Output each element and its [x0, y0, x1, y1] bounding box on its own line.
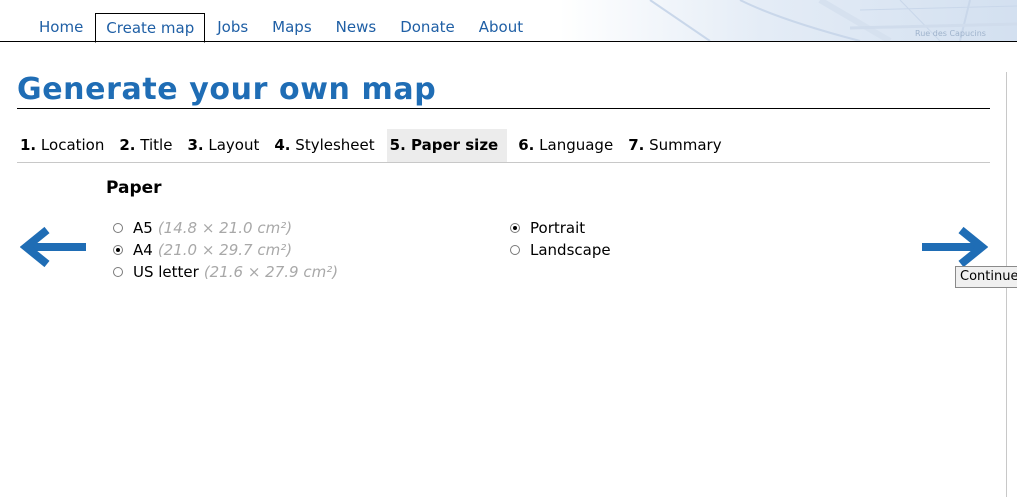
title-divider — [17, 108, 990, 109]
background-map-image: Rue des Capucins — [649, 0, 1017, 41]
orientation-option-portrait[interactable]: Portrait — [510, 217, 585, 239]
step-number: 6. — [518, 136, 535, 154]
paper-option-us-letter[interactable]: US letter (21.6 × 27.9 cm²) — [113, 261, 338, 283]
step-label: Title — [140, 136, 173, 154]
paper-label: US letter — [133, 263, 199, 281]
step-stylesheet[interactable]: 4. Stylesheet — [271, 129, 378, 162]
main-nav: Home Create map Jobs Maps News Donate Ab… — [27, 12, 535, 43]
paper-heading: Paper — [106, 178, 162, 198]
nav-tab-home[interactable]: Home — [27, 13, 95, 42]
step-summary[interactable]: 7. Summary — [625, 129, 725, 162]
paper-radio-a5[interactable] — [113, 223, 123, 233]
map-street-label: Rue des Capucins — [915, 29, 986, 38]
step-number: 2. — [119, 136, 136, 154]
step-number: 3. — [187, 136, 204, 154]
step-label: Location — [40, 136, 105, 154]
step-label: Language — [539, 136, 614, 154]
step-number: 4. — [274, 136, 291, 154]
orientation-label: Landscape — [530, 241, 611, 259]
arrow-left-icon[interactable] — [20, 226, 88, 268]
continue-tooltip: Continue — [955, 266, 1017, 288]
nav-tab-donate[interactable]: Donate — [388, 13, 467, 42]
step-number: 1. — [20, 136, 37, 154]
orientation-radio-portrait[interactable] — [510, 223, 520, 233]
arrow-right-icon[interactable] — [920, 226, 988, 268]
nav-divider — [0, 41, 1017, 42]
paper-radio-us-letter[interactable] — [113, 267, 123, 277]
paper-label: A5 — [133, 219, 153, 237]
step-layout[interactable]: 3. Layout — [184, 129, 263, 162]
step-location[interactable]: 1. Location — [17, 129, 108, 162]
nav-tab-jobs[interactable]: Jobs — [205, 13, 260, 42]
paper-dimensions: (21.6 × 27.9 cm²) — [203, 263, 339, 281]
paper-option-a4[interactable]: A4 (21.0 × 29.7 cm²) — [113, 239, 292, 261]
step-label: Paper size — [411, 136, 499, 154]
step-label: Layout — [208, 136, 260, 154]
step-number: 5. — [389, 136, 406, 154]
steps-divider — [17, 162, 990, 163]
step-paper-size[interactable]: 5. Paper size — [386, 129, 508, 162]
nav-tab-about[interactable]: About — [467, 13, 535, 42]
wizard-steps: 1. Location 2. Title 3. Layout 4. Styles… — [17, 129, 734, 162]
top-navigation-bar: Rue des Capucins Home Create map Jobs Ma… — [0, 0, 1017, 43]
orientation-option-landscape[interactable]: Landscape — [510, 239, 611, 261]
paper-option-a5[interactable]: A5 (14.8 × 21.0 cm²) — [113, 217, 292, 239]
step-title[interactable]: 2. Title — [116, 129, 176, 162]
step-language[interactable]: 6. Language — [515, 129, 617, 162]
orientation-label: Portrait — [530, 219, 586, 237]
step-label: Summary — [649, 136, 722, 154]
nav-tab-maps[interactable]: Maps — [260, 13, 323, 42]
paper-label: A4 — [133, 241, 153, 259]
paper-radio-a4[interactable] — [113, 245, 123, 255]
page-title: Generate your own map — [17, 72, 437, 107]
orientation-radio-landscape[interactable] — [510, 245, 520, 255]
nav-tab-news[interactable]: News — [324, 13, 389, 42]
step-number: 7. — [628, 136, 645, 154]
step-label: Stylesheet — [295, 136, 375, 154]
paper-dimensions: (14.8 × 21.0 cm²) — [157, 219, 293, 237]
nav-tab-create-map[interactable]: Create map — [95, 13, 206, 43]
paper-dimensions: (21.0 × 29.7 cm²) — [157, 241, 293, 259]
